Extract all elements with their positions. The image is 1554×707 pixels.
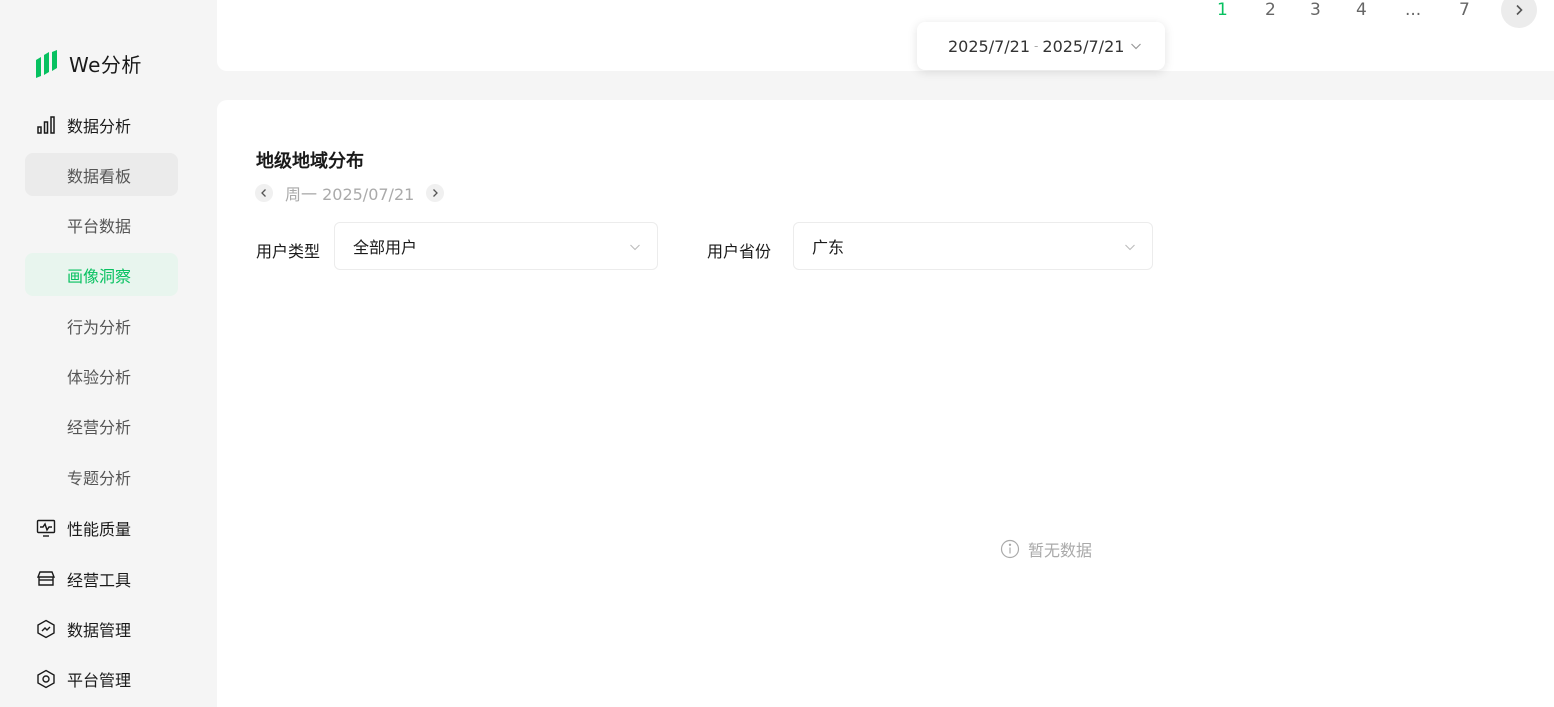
page-1-button[interactable]: 1 (1217, 0, 1228, 20)
page-2-button[interactable]: 2 (1265, 0, 1276, 20)
chevron-right-icon (433, 189, 439, 197)
bar-chart-icon (36, 115, 56, 135)
settings-hex-icon (36, 669, 56, 689)
sidebar-item-behavior-analysis[interactable]: 行为分析 (25, 304, 178, 347)
monitor-icon (36, 518, 56, 538)
user-type-label: 用户类型 (256, 242, 321, 261)
sidebar-item-business-analysis[interactable]: 经营分析 (25, 404, 178, 447)
chevron-right-icon (1516, 4, 1523, 16)
sidebar-item-experience-analysis[interactable]: 体验分析 (25, 354, 178, 397)
chevron-left-icon (261, 189, 266, 197)
empty-text: 暂无数据 (1028, 541, 1093, 560)
sidebar-item-topic-analysis[interactable]: 专题分析 (25, 455, 178, 498)
empty-state: 暂无数据 (1000, 537, 1092, 561)
nav-section-data-management[interactable]: 数据管理 (36, 616, 131, 642)
sidebar-item-platform-data[interactable]: 平台数据 (25, 203, 178, 246)
date-range-separator: - (1034, 39, 1039, 53)
nav-section-label: 数据分析 (67, 117, 132, 136)
top-card: 1 2 3 4 ... 7 2025/7/21 - 2025/7/21 (217, 0, 1554, 71)
date-navigator: 周一 2025/07/21 (255, 181, 445, 205)
date-range-end: 2025/7/21 (1042, 36, 1125, 56)
sidebar-item-portrait-insight[interactable]: 画像洞察 (25, 253, 178, 296)
app-root: We分析 数据分析 数据看板 平台数据 画像洞察 行为分析 体验分析 经营分析 … (0, 0, 1554, 707)
next-date-button[interactable] (426, 184, 445, 202)
chevron-down-icon (630, 244, 640, 251)
nav-section-platform-management[interactable]: 平台管理 (36, 666, 131, 692)
sidebar: We分析 数据分析 数据看板 平台数据 画像洞察 行为分析 体验分析 经营分析 … (0, 0, 217, 707)
nav-section-business-tools[interactable]: 经营工具 (36, 566, 131, 592)
nav-section-label: 数据管理 (67, 621, 132, 640)
date-range-start: 2025/7/21 (948, 36, 1031, 56)
province-value: 广东 (812, 238, 845, 257)
we-logo-icon (36, 49, 57, 78)
main-card: 地级地域分布 周一 2025/07/21 用户类型 全部用户 用户省份 广东 暂… (217, 100, 1554, 707)
page-next-button[interactable] (1501, 0, 1537, 28)
page-7-button[interactable]: 7 (1459, 0, 1470, 20)
info-icon (1000, 539, 1020, 559)
pagination: 1 2 3 4 ... 7 (217, 0, 1554, 28)
page-ellipsis[interactable]: ... (1405, 0, 1421, 20)
date-range-picker[interactable]: 2025/7/21 - 2025/7/21 (917, 22, 1165, 70)
logo[interactable]: We分析 (34, 49, 142, 78)
user-type-select[interactable]: 全部用户 (334, 222, 658, 270)
nav-section-performance[interactable]: 性能质量 (36, 515, 131, 541)
app-name: We分析 (69, 53, 142, 77)
sidebar-item-dashboard[interactable]: 数据看板 (25, 153, 178, 196)
store-icon (36, 569, 56, 589)
page-3-button[interactable]: 3 (1310, 0, 1321, 20)
province-label: 用户省份 (707, 242, 772, 261)
data-shield-icon (36, 619, 56, 639)
nav-section-label: 经营工具 (67, 571, 132, 590)
province-select[interactable]: 广东 (793, 222, 1153, 270)
nav-section-label: 平台管理 (67, 671, 132, 690)
nav-section-label: 性能质量 (67, 520, 132, 539)
page-4-button[interactable]: 4 (1356, 0, 1367, 20)
current-date-label: 周一 2025/07/21 (285, 185, 415, 204)
chevron-down-icon (1131, 43, 1142, 50)
prev-date-button[interactable] (255, 184, 273, 202)
chevron-down-icon (1125, 244, 1135, 251)
user-type-value: 全部用户 (353, 238, 418, 257)
nav-section-data-analysis[interactable]: 数据分析 (36, 112, 131, 138)
page-title: 地级地域分布 (256, 151, 364, 172)
